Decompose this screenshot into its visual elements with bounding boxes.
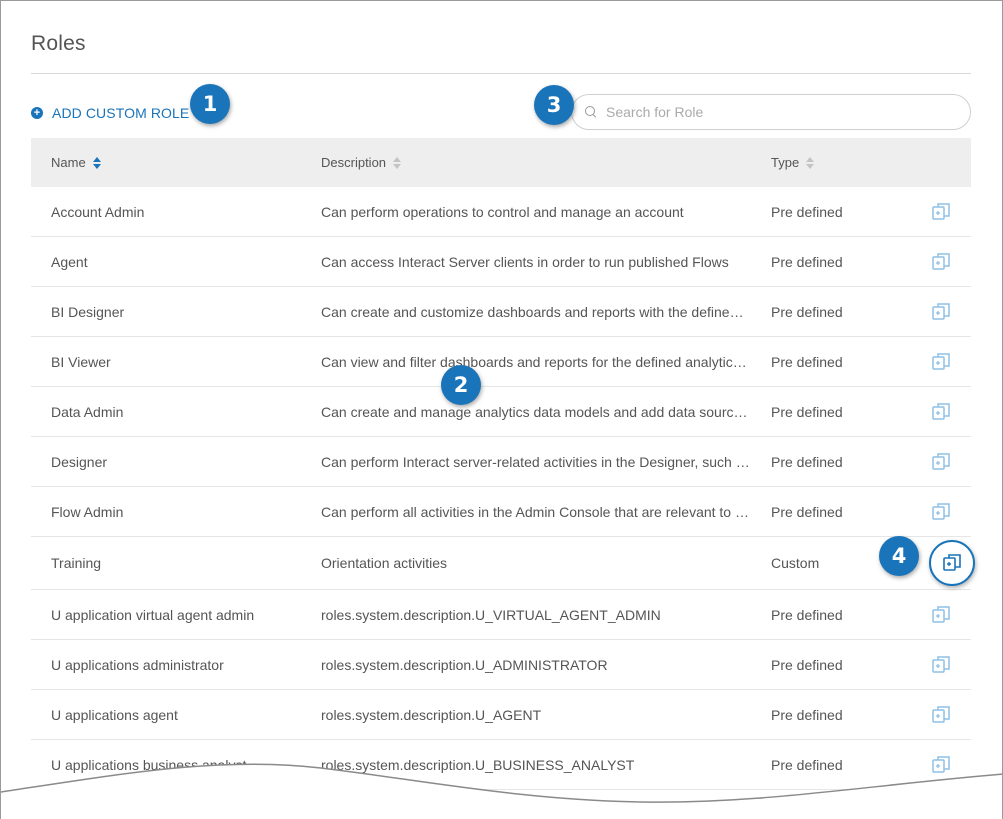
row-actions (911, 351, 971, 373)
duplicate-icon[interactable] (930, 301, 952, 323)
callout-badge-3: 3 (534, 85, 574, 125)
row-actions (911, 301, 971, 323)
table-row[interactable]: U application virtual agent admin roles.s… (31, 590, 971, 640)
roles-table: Name Description Type Account Admin Can p… (31, 138, 971, 790)
role-type: Pre defined (771, 656, 843, 673)
name-column-header[interactable]: Name (31, 155, 321, 170)
search-box[interactable] (571, 94, 971, 130)
role-description: Orientation activities (321, 555, 448, 571)
role-type: Pre defined (771, 203, 843, 220)
duplicate-icon[interactable] (930, 351, 952, 373)
role-name: U application virtual agent admin (51, 606, 255, 623)
table-row[interactable]: BI Designer Can create and customize dash… (31, 287, 971, 337)
duplicate-icon[interactable] (930, 201, 952, 223)
role-description: roles.system.description.U_VIRTUAL_AGENT… (321, 606, 661, 623)
role-type: Pre defined (771, 353, 843, 370)
row-actions (911, 704, 971, 726)
role-type: Pre defined (771, 453, 843, 470)
table-header: Name Description Type (31, 138, 971, 187)
duplicate-icon[interactable] (930, 654, 952, 676)
row-actions (911, 201, 971, 223)
sort-icon (92, 156, 102, 169)
table-row[interactable]: Account Admin Can perform operations to c… (31, 187, 971, 237)
type-column-header[interactable]: Type (771, 155, 911, 170)
role-name: Account Admin (51, 203, 145, 220)
role-description: Can perform operations to control and ma… (321, 203, 684, 220)
roles-page: Roles + ADD CUSTOM ROLE Name Description… (0, 0, 1003, 819)
role-description: Can access Interact Server clients in or… (321, 253, 729, 270)
row-actions (911, 401, 971, 423)
row-actions (911, 501, 971, 523)
table-row[interactable]: U applications agent roles.system.descrip… (31, 690, 971, 740)
role-name: U applications administrator (51, 656, 224, 673)
role-description: Can create and manage analytics data mod… (321, 403, 753, 420)
type-header-label: Type (771, 155, 800, 170)
add-custom-role-label: ADD CUSTOM ROLE (52, 105, 190, 121)
role-type: Pre defined (771, 706, 843, 723)
row-actions (911, 251, 971, 273)
search-icon (584, 105, 598, 119)
add-custom-role-button[interactable]: + ADD CUSTOM ROLE (31, 104, 189, 122)
duplicate-icon[interactable] (930, 451, 952, 473)
role-type: Pre defined (771, 253, 843, 270)
sort-icon (393, 156, 402, 169)
role-type: Pre defined (771, 503, 843, 520)
table-row[interactable]: U applications administrator roles.system… (31, 640, 971, 690)
callout-badge-4: 4 (879, 536, 919, 576)
role-name: BI Designer (51, 303, 125, 320)
table-row[interactable]: Training Orientation activities Custom (31, 537, 971, 590)
description-header-label: Description (321, 155, 387, 170)
table-row[interactable]: Agent Can access Interact Server clients … (31, 237, 971, 287)
role-description: Can perform all activities in the Admin … (321, 503, 759, 520)
duplicate-icon[interactable] (930, 604, 952, 626)
plus-circle-icon: + (31, 107, 43, 119)
row-actions (911, 654, 971, 676)
search-input[interactable] (606, 104, 946, 120)
duplicate-icon[interactable] (930, 501, 952, 523)
role-name: Flow Admin (51, 503, 124, 520)
table-row[interactable]: BI Viewer Can view and filter dashboards … (31, 337, 971, 387)
role-name: Training (51, 555, 102, 571)
role-description: Can create and customize dashboards and … (321, 303, 761, 320)
role-type: Pre defined (771, 403, 843, 420)
callout-badge-1: 1 (190, 84, 230, 124)
role-name: Agent (51, 253, 88, 270)
row-actions (911, 451, 971, 473)
role-description: roles.system.description.U_AGENT (321, 706, 542, 723)
role-name: Designer (51, 453, 108, 470)
role-name: U applications agent (51, 706, 178, 723)
page-title: Roles (31, 32, 86, 55)
role-description: roles.system.description.U_ADMINISTRATOR (321, 656, 608, 673)
role-name: Data Admin (51, 403, 124, 420)
table-row[interactable]: Designer Can perform Interact server-rela… (31, 437, 971, 487)
role-type: Pre defined (771, 303, 843, 320)
duplicate-icon[interactable] (930, 401, 952, 423)
title-divider (31, 73, 971, 74)
role-name: BI Viewer (51, 353, 111, 370)
name-header-label: Name (51, 155, 86, 170)
callout-badge-2: 2 (441, 365, 481, 405)
role-type: Pre defined (771, 606, 843, 623)
duplicate-icon[interactable] (930, 251, 952, 273)
role-description: Can perform Interact server-related acti… (321, 453, 763, 470)
duplicate-role-button-highlighted[interactable] (929, 540, 975, 586)
duplicate-icon[interactable] (930, 704, 952, 726)
duplicate-icon (941, 552, 963, 574)
torn-edge (1, 763, 1002, 819)
sort-icon (806, 156, 815, 169)
row-actions (911, 604, 971, 626)
table-row[interactable]: Flow Admin Can perform all activities in … (31, 487, 971, 537)
description-column-header[interactable]: Description (321, 155, 771, 170)
role-description: Can view and filter dashboards and repor… (321, 353, 756, 370)
table-row[interactable]: Data Admin Can create and manage analytic… (31, 387, 971, 437)
table-body: Account Admin Can perform operations to c… (31, 187, 971, 790)
